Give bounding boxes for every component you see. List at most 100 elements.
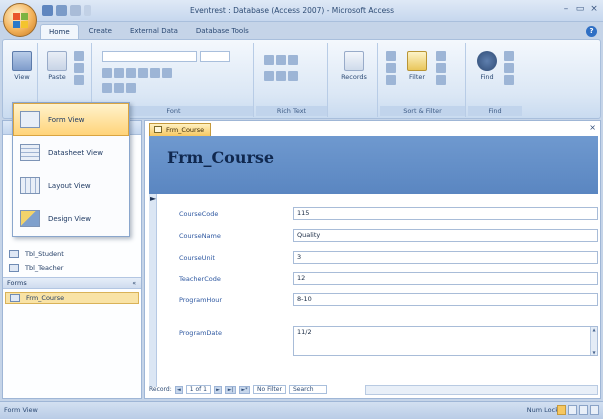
font-color-buttons [102, 83, 136, 93]
nav-item-frm-course[interactable]: Frm_Course [5, 292, 139, 304]
decrease-indent-icon[interactable] [264, 55, 274, 65]
form-icon [10, 294, 20, 302]
office-button[interactable] [3, 3, 37, 37]
label-program-date: ProgramDate [179, 329, 222, 337]
bullets-icon[interactable] [264, 71, 274, 81]
find-options [504, 51, 514, 85]
sort-buttons [386, 51, 396, 85]
program-date-field[interactable]: 11/2 ▲ ▼ [293, 326, 598, 356]
window-title: Eventrest : Database (Access 2007) - Mic… [190, 6, 394, 15]
highlight-icon[interactable] [288, 71, 298, 81]
toggle-filter-icon[interactable] [436, 75, 446, 85]
font-name-box[interactable] [102, 51, 197, 62]
scroll-down-icon[interactable]: ▼ [591, 350, 597, 355]
rtl-icon[interactable] [288, 55, 298, 65]
course-code-field[interactable]: 115 [293, 207, 598, 220]
filter-button[interactable]: Filter [404, 51, 430, 81]
undo-icon[interactable] [56, 5, 67, 16]
nav-group-forms[interactable]: Forms « [3, 277, 141, 289]
minimize-button[interactable]: – [561, 4, 571, 14]
teacher-code-field[interactable]: 12 [293, 272, 598, 285]
menu-item-layout-view[interactable]: Layout View [13, 169, 129, 202]
replace-icon[interactable] [504, 51, 514, 61]
status-layout-view-icon[interactable] [579, 405, 588, 415]
menu-item-design-view[interactable]: Design View [13, 202, 129, 235]
filter-status-indicator[interactable]: No Filter [253, 385, 286, 394]
tab-create[interactable]: Create [81, 24, 120, 40]
save-icon[interactable] [42, 5, 53, 16]
view-button[interactable]: View [9, 51, 35, 81]
tab-database-tools[interactable]: Database Tools [188, 24, 257, 40]
record-selector[interactable]: ► [149, 194, 157, 387]
form-icon [154, 126, 162, 133]
maximize-button[interactable]: ▭ [575, 4, 585, 14]
fill-color-icon[interactable] [114, 83, 124, 93]
sort-descending-icon[interactable] [386, 63, 396, 73]
horizontal-scrollbar[interactable] [365, 385, 598, 395]
status-form-view-icon[interactable] [557, 405, 566, 415]
records-group: Records [330, 43, 378, 117]
goto-icon[interactable] [504, 63, 514, 73]
document-tab-frm-course[interactable]: Frm_Course [149, 123, 212, 136]
first-record-button[interactable]: ◄ [174, 385, 183, 394]
font-color-icon[interactable] [102, 83, 112, 93]
increase-indent-icon[interactable] [276, 55, 286, 65]
table-icon [9, 264, 19, 272]
format-painter-icon[interactable] [74, 75, 84, 85]
record-position-box[interactable]: 1 of 1 [185, 385, 211, 394]
title-bar: Eventrest : Database (Access 2007) - Mic… [0, 0, 603, 22]
tab-home[interactable]: Home [40, 24, 79, 40]
nav-item-tbl-teacher[interactable]: Tbl_Teacher [9, 262, 63, 274]
rich-text-group: Rich Text [256, 43, 328, 117]
find-button[interactable]: Find [474, 51, 500, 81]
filter-options [436, 51, 446, 85]
paste-button[interactable]: Paste [44, 51, 70, 81]
copy-icon[interactable] [74, 63, 84, 73]
course-unit-field[interactable]: 3 [293, 251, 598, 264]
label-course-code: CourseCode [179, 210, 219, 218]
menu-item-datasheet-view[interactable]: Datasheet View [13, 136, 129, 169]
numbering-icon[interactable] [276, 71, 286, 81]
program-hour-field[interactable]: 8-10 [293, 293, 598, 306]
select-icon[interactable] [504, 75, 514, 85]
course-name-field[interactable]: Quality [293, 229, 598, 242]
redo-icon[interactable] [70, 5, 81, 16]
close-window-button[interactable]: × [589, 4, 599, 14]
status-datasheet-view-icon[interactable] [568, 405, 577, 415]
next-record-button[interactable]: ► [214, 385, 222, 394]
memo-scrollbar[interactable]: ▲ ▼ [590, 327, 597, 355]
font-size-box[interactable] [200, 51, 230, 62]
rich-text-buttons [264, 55, 298, 65]
help-icon[interactable]: ? [586, 26, 597, 37]
new-record-button[interactable]: ►* [239, 385, 250, 394]
tab-external-data[interactable]: External Data [122, 24, 186, 40]
close-document-icon[interactable]: × [589, 123, 596, 132]
cut-icon[interactable] [74, 51, 84, 61]
search-box[interactable]: Search [288, 385, 327, 394]
underline-icon[interactable] [126, 68, 136, 78]
gridlines-icon[interactable] [126, 83, 136, 93]
clear-sort-icon[interactable] [386, 75, 396, 85]
advanced-filter-icon[interactable] [436, 63, 446, 73]
office-logo-icon [13, 13, 28, 28]
menu-item-form-view[interactable]: Form View [13, 103, 129, 136]
status-view-switcher [557, 405, 599, 415]
last-record-button[interactable]: ►| [225, 385, 236, 394]
status-view-name: Form View [4, 406, 38, 414]
nav-item-tbl-student[interactable]: Tbl_Student [9, 248, 64, 260]
customize-qat-icon[interactable] [84, 5, 91, 16]
italic-icon[interactable] [114, 68, 124, 78]
scroll-up-icon[interactable]: ▲ [591, 327, 597, 332]
align-center-icon[interactable] [150, 68, 160, 78]
selection-filter-icon[interactable] [436, 51, 446, 61]
current-record-arrow-icon: ► [150, 194, 157, 203]
label-course-unit: CourseUnit [179, 254, 215, 262]
bold-icon[interactable] [102, 68, 112, 78]
collapse-chevron-icon[interactable]: « [132, 278, 136, 289]
records-button[interactable]: Records [341, 51, 367, 81]
status-design-view-icon[interactable] [590, 405, 599, 415]
table-icon [9, 250, 19, 258]
align-left-icon[interactable] [138, 68, 148, 78]
align-right-icon[interactable] [162, 68, 172, 78]
sort-ascending-icon[interactable] [386, 51, 396, 61]
